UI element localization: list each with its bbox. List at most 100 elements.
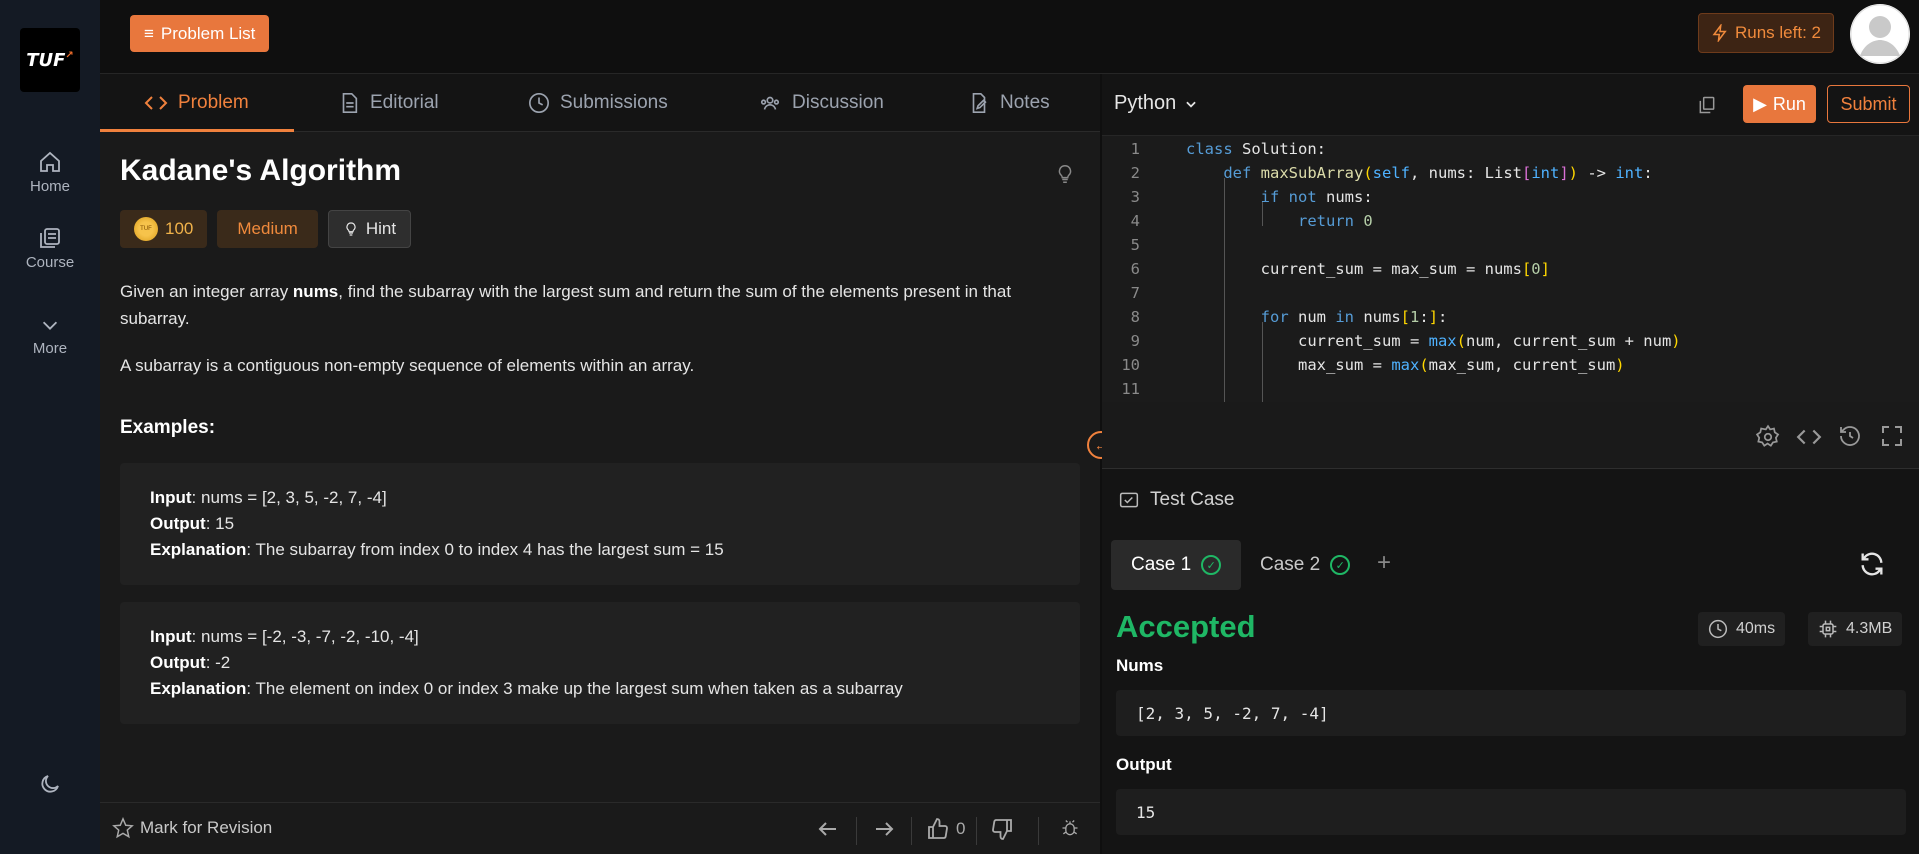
tab-problem[interactable]: Problem [144,74,249,132]
code-icon [1796,429,1822,445]
play-icon: ▶ [1753,93,1767,114]
users-icon [760,96,780,110]
example-output: : 15 [205,514,235,533]
note-icon [972,93,987,113]
star-icon [112,817,134,839]
fullscreen-button[interactable] [1880,424,1904,453]
theme-toggle[interactable] [38,772,62,801]
problem-list-button[interactable]: ≡ Problem List [130,15,270,52]
bolt-icon [1712,24,1727,42]
code-icon [144,96,168,110]
memory-value: 4.3MB [1846,620,1893,637]
settings-button[interactable] [1755,424,1781,455]
report-bug-button[interactable] [1060,817,1080,839]
nums-label: Nums [1116,656,1164,675]
tab-label: Discussion [792,92,884,113]
tab-case-1[interactable]: Case 1 ✓ [1111,540,1242,590]
testcase-header: Test Case [1118,489,1234,511]
logo[interactable]: TUF↗ [20,28,80,92]
code-line: 5 [1102,236,1919,260]
example-output-label: Output [150,514,206,533]
coins-badge: TUF 100 [120,210,208,248]
code-line: 7 [1102,284,1919,308]
like-count: 0 [956,819,966,838]
code-line: 11 [1102,380,1919,402]
memory-badge: 4.3MB [1808,612,1903,646]
code-editor-panel: Python ▶ Run Submit 1 class Solution: 2 d… [1102,74,1919,469]
tab-case-2[interactable]: Case 2 ✓ [1240,540,1370,590]
page-title: Kadane's Algorithm [120,154,402,187]
code-line: 2 def maxSubArray(self, nums: List[int])… [1102,164,1919,188]
dislike-button[interactable] [990,817,1014,841]
document-icon [342,93,358,113]
problem-badges: TUF 100 Medium Hint [120,210,412,248]
refresh-button[interactable] [1858,550,1886,583]
arrow-right-icon [876,822,894,836]
lightbulb-icon [346,222,356,236]
thumbs-down-icon [992,819,1012,840]
sidebar-item-label: Course [25,254,75,271]
runs-left-label: Runs left: 2 [1735,23,1821,42]
nums-value: [2, 3, 5, -2, 7, -4] [1116,690,1906,736]
tab-submissions[interactable]: Submissions [528,74,668,132]
code-line: 4 return 0 [1102,212,1919,236]
tab-editorial[interactable]: Editorial [338,74,439,132]
line-number: 1 [1130,140,1140,158]
sidebar-item-more[interactable]: More [0,314,100,357]
output-label: Output [1116,755,1172,774]
problem-content: Kadane's Algorithm TUF 100 Medium Hint G… [100,132,1100,802]
examples-heading: Examples: [120,417,216,438]
next-problem-button[interactable] [872,817,896,841]
case-label: Case 2 [1260,554,1321,575]
hint-button[interactable]: Hint [327,210,412,248]
hint-label: Hint [365,219,397,238]
moon-icon [41,775,59,793]
sidebar-item-course[interactable]: Course [0,226,100,271]
coins-value: 100 [165,219,194,238]
course-icon [40,228,60,248]
copy-button[interactable] [1697,94,1717,121]
checkbox-icon [1119,492,1139,508]
sidebar-item-home[interactable]: Home [0,150,100,195]
case-label: Case 1 [1131,554,1192,575]
user-silhouette-icon [1850,4,1910,64]
lightbulb-icon[interactable] [1054,162,1076,191]
tab-notes[interactable]: Notes [968,74,1050,132]
avatar[interactable] [1850,4,1910,64]
example-input: : nums = [-2, -3, -7, -2, -10, -4] [191,627,419,646]
example-explanation-label: Explanation [150,679,247,698]
tab-discussion[interactable]: Discussion [758,74,884,132]
example-explanation-label: Explanation [150,540,247,559]
reset-code-button[interactable] [1838,424,1862,453]
add-case-button[interactable]: + [1377,549,1391,577]
line-number: 6 [1130,260,1140,278]
tab-label: Submissions [560,92,668,113]
arrow-left-icon [818,822,836,836]
run-label: Run [1772,93,1806,114]
sidebar-item-label: Home [29,178,70,195]
code-line: 9 current_sum = max(num, current_sum + n… [1102,332,1919,356]
format-code-button[interactable] [1796,424,1822,455]
tab-label: Problem [178,92,249,113]
run-button[interactable]: ▶ Run [1743,85,1816,123]
divider [856,817,857,845]
language-select[interactable]: Python [1114,92,1198,115]
divider [911,817,912,845]
mark-for-revision-button[interactable]: Mark for Revision [112,817,272,839]
code-line: 1 class Solution: [1102,140,1919,164]
code-line: 10 max_sum = max(max_sum, current_sum) [1102,356,1919,380]
example-block: Input: nums = [2, 3, 5, -2, 7, -4] Outpu… [120,463,1080,585]
copy-icon [1699,96,1715,114]
language-label: Python [1114,92,1177,114]
like-button[interactable]: 0 [926,817,965,841]
prev-problem-button[interactable] [816,817,840,841]
submit-button[interactable]: Submit [1827,85,1910,123]
problem-description: Given an integer array nums, find the su… [120,278,1080,332]
fullscreen-icon [1882,426,1902,446]
coin-icon: TUF [134,217,158,241]
editor-tools [1102,402,1919,469]
runs-left-badge: Runs left: 2 [1698,13,1834,53]
tab-label: Notes [1000,92,1050,113]
code-area[interactable]: 1 class Solution: 2 def maxSubArray(self,… [1102,136,1919,402]
example-block: Input: nums = [-2, -3, -7, -2, -10, -4] … [120,602,1080,724]
